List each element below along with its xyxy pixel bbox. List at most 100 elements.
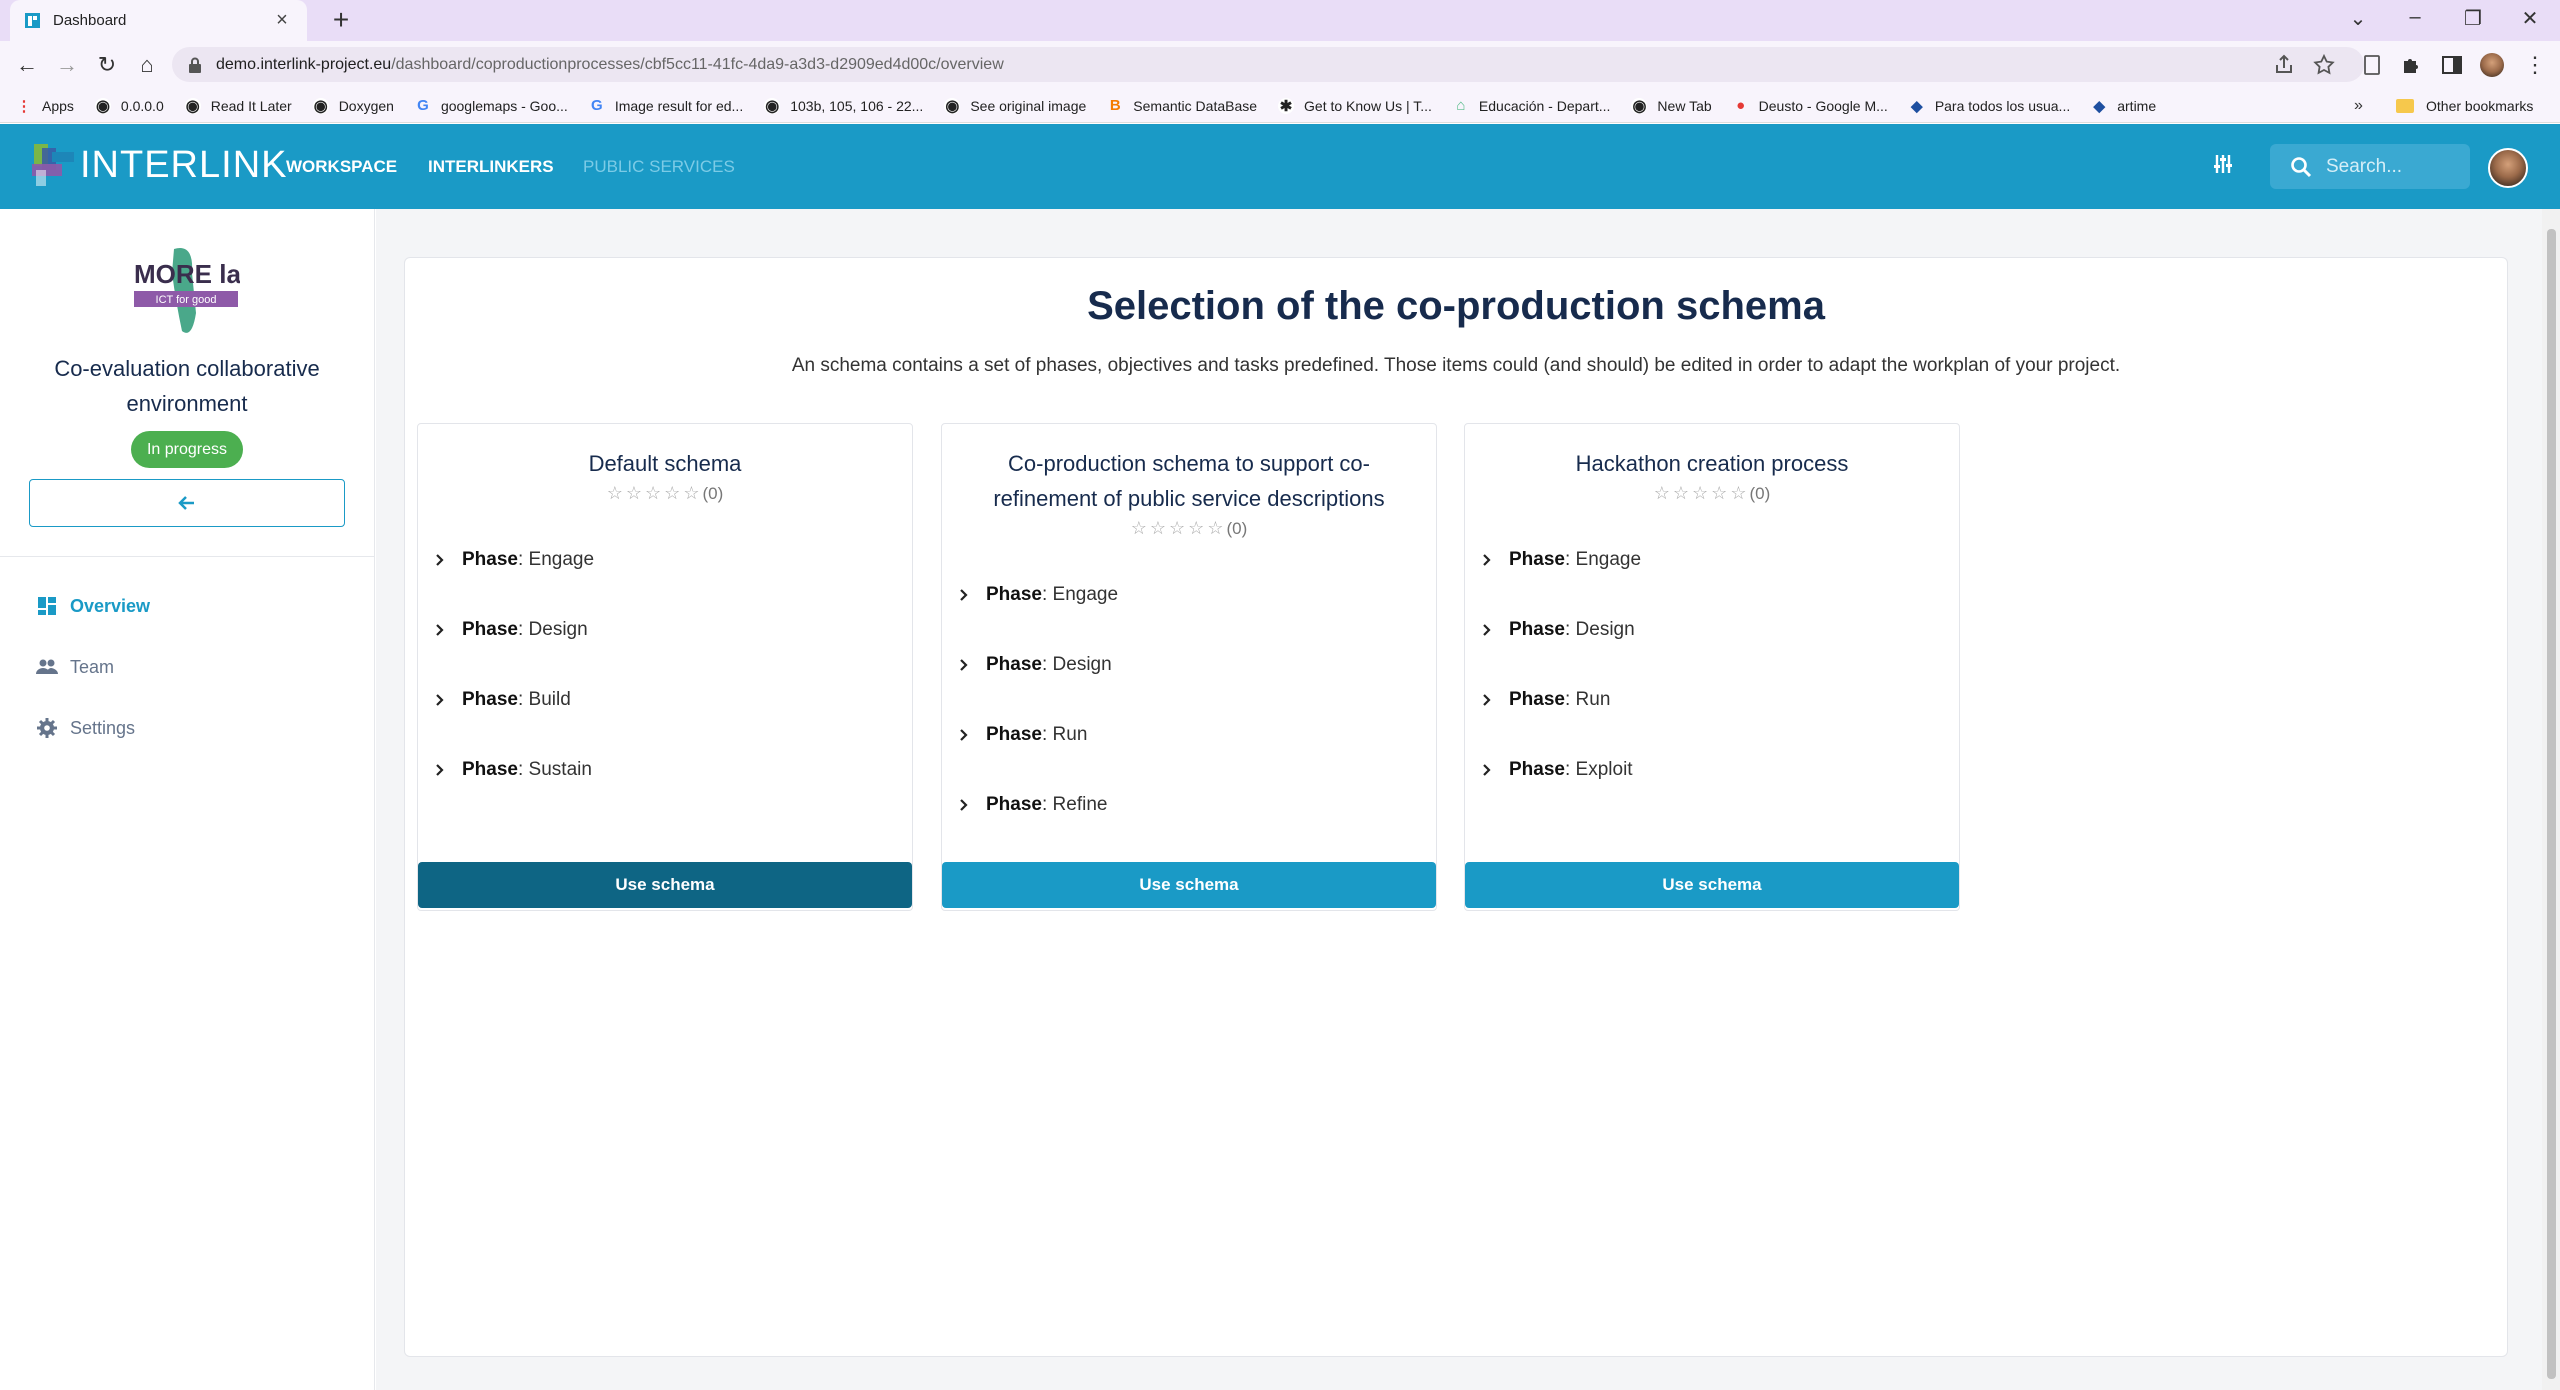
google-icon: G <box>590 97 603 114</box>
shield-icon: ◆ <box>1911 97 1923 115</box>
share-icon[interactable] <box>2272 53 2296 77</box>
phase-item[interactable]: Phase: Refine <box>956 794 1107 816</box>
schema-card: Default schema ☆☆☆☆☆(0) Phase: Engage Phase… <box>417 423 913 911</box>
phase-item[interactable]: Phase: Engage <box>956 584 1118 606</box>
reload-icon[interactable]: ↻ <box>92 50 122 80</box>
user-avatar[interactable] <box>2488 148 2528 188</box>
bookmark-item[interactable]: ⌂ Educación - Depart... <box>1453 97 1610 114</box>
minimize-button[interactable]: – <box>2400 6 2430 29</box>
phase-label: Phase <box>1509 759 1565 780</box>
project-logo: MORE lab ICT for good <box>134 248 240 333</box>
bookmark-item[interactable]: ● Deusto - Google M... <box>1733 97 1888 114</box>
gear-icon <box>37 718 57 738</box>
phase-colon: : <box>1041 794 1053 815</box>
tab-close-icon[interactable]: × <box>271 9 293 32</box>
bookmark-item[interactable]: ✱ Get to Know Us | T... <box>1278 97 1432 115</box>
url-text: demo.interlink-project.eu/dashboard/copr… <box>216 55 1004 73</box>
rating-stars-icon[interactable]: ☆☆☆☆☆ <box>1131 518 1227 538</box>
interlink-logo[interactable]: INTERLINK <box>32 142 287 188</box>
bookmark-label: Para todos los usua... <box>1934 97 2071 114</box>
nav-public-services[interactable]: PUBLIC SERVICES <box>583 124 735 209</box>
bookmark-item[interactable]: Ggooglemaps - Goo... <box>415 97 568 114</box>
bookmarks-overflow-button[interactable]: » <box>2354 89 2363 123</box>
sidebar-item-label: Team <box>70 656 115 677</box>
bookmark-item[interactable]: ◉ 0.0.0.0 <box>94 97 164 115</box>
tune-sliders-icon[interactable] <box>2211 152 2235 176</box>
address-bar[interactable]: demo.interlink-project.eu/dashboard/copr… <box>172 47 2364 82</box>
phase-item[interactable]: Phase: Run <box>956 724 1087 746</box>
use-schema-button[interactable]: Use schema <box>1465 862 1959 908</box>
profile-avatar[interactable] <box>2480 53 2504 77</box>
globe-icon: ◉ <box>1631 97 1648 115</box>
nav-interlinkers[interactable]: INTERLINKERS <box>428 124 554 209</box>
new-tab-button[interactable]: + <box>326 4 356 36</box>
bookmark-item[interactable]: B Semantic DataBase <box>1107 97 1257 114</box>
forward-arrow-icon[interactable]: → <box>52 50 82 80</box>
bookmark-label: Doxygen <box>338 97 394 114</box>
page-scrollbar[interactable] <box>2542 209 2560 1390</box>
back-button[interactable] <box>29 479 345 527</box>
svg-text:ICT for good: ICT for good <box>156 294 217 306</box>
search-box[interactable] <box>2270 144 2470 189</box>
chrome-menu-icon[interactable]: ⋮ <box>2520 50 2550 80</box>
phase-name: Design <box>1575 619 1635 640</box>
bookmark-item[interactable]: ◉ Doxygen <box>312 97 394 115</box>
browser-tab[interactable]: Dashboard × <box>10 0 307 41</box>
home-icon[interactable]: ⌂ <box>132 50 162 80</box>
close-window-button[interactable]: ✕ <box>2515 6 2545 31</box>
use-schema-button[interactable]: Use schema <box>942 862 1436 908</box>
dashboard-icon <box>38 597 56 615</box>
chevron-right-icon <box>1483 624 1491 636</box>
side-panel-icon[interactable] <box>2440 53 2464 77</box>
bookmark-item[interactable]: ◉ Read It Later <box>184 97 292 115</box>
phase-name: Sustain <box>528 759 592 780</box>
globe-icon: ◉ <box>94 97 111 115</box>
rating-stars-icon[interactable]: ☆☆☆☆☆ <box>607 483 703 503</box>
phase-item[interactable]: Phase: Design <box>956 654 1112 676</box>
phase-item[interactable]: Phase: Design <box>432 619 588 641</box>
phase-item[interactable]: Phase: Design <box>1479 619 1635 641</box>
phase-item[interactable]: Phase: Run <box>1479 689 1610 711</box>
rating-stars-icon[interactable]: ☆☆☆☆☆ <box>1654 483 1750 503</box>
phase-item[interactable]: Phase: Engage <box>432 549 594 571</box>
search-input[interactable] <box>2326 155 2456 178</box>
phase-item[interactable]: Phase: Sustain <box>432 759 592 781</box>
browser-tab-strip: Dashboard × + ⌄ – ❐ ✕ <box>0 0 2560 41</box>
bookmark-item[interactable]: ◉ See original image <box>944 97 1086 115</box>
bookmark-item[interactable]: ⋮ Apps <box>16 98 74 115</box>
sidebar-item-overview[interactable]: Overview <box>36 595 150 617</box>
bookmark-item[interactable]: ◉ 103b, 105, 106 - 22... <box>764 97 923 115</box>
phase-name: Engage <box>1052 584 1119 605</box>
sidebar-item-settings[interactable]: Settings <box>36 717 135 739</box>
maps-pin-icon: ● <box>1736 97 1746 114</box>
phase-item[interactable]: Phase: Engage <box>1479 549 1641 571</box>
bookmark-star-icon[interactable] <box>2312 53 2336 77</box>
schema-title: Default schema <box>588 451 742 476</box>
reading-list-icon[interactable] <box>2360 53 2384 77</box>
schema-selection-panel: Selection of the co-production schema An… <box>404 257 2508 1357</box>
nav-workspace[interactable]: WORKSPACE <box>286 124 397 209</box>
phase-colon: : <box>1564 549 1576 570</box>
phase-item[interactable]: Phase: Build <box>432 689 571 711</box>
chevron-right-icon <box>1483 554 1491 566</box>
phase-colon: : <box>1564 619 1576 640</box>
bookmark-item[interactable]: ◆ artime <box>2091 98 2156 115</box>
chevron-right-icon <box>960 729 968 741</box>
tab-search-chevron-icon[interactable]: ⌄ <box>2343 6 2373 31</box>
bookmark-item[interactable]: ◉ New Tab <box>1631 97 1712 115</box>
back-arrow-icon[interactable]: ← <box>12 50 42 80</box>
use-schema-button[interactable]: Use schema <box>418 862 912 908</box>
sidebar-item-team[interactable]: Team <box>36 656 114 678</box>
bookmark-item[interactable]: G Image result for ed... <box>589 97 743 114</box>
chevron-right-icon <box>960 799 968 811</box>
bookmark-item[interactable]: ◆ Para todos los usua... <box>1909 97 2071 115</box>
phase-colon: : <box>517 619 529 640</box>
other-bookmarks-folder[interactable]: Other bookmarks <box>2396 89 2533 123</box>
extensions-puzzle-icon[interactable] <box>2400 53 2424 77</box>
google-icon: G <box>417 97 429 114</box>
scrollbar-thumb[interactable] <box>2547 229 2556 1379</box>
restore-button[interactable]: ❐ <box>2458 6 2488 31</box>
phase-item[interactable]: Phase: Exploit <box>1479 759 1633 781</box>
schema-card: Co-production schema to support co-refin… <box>941 423 1437 911</box>
phase-label: Phase <box>986 584 1042 605</box>
